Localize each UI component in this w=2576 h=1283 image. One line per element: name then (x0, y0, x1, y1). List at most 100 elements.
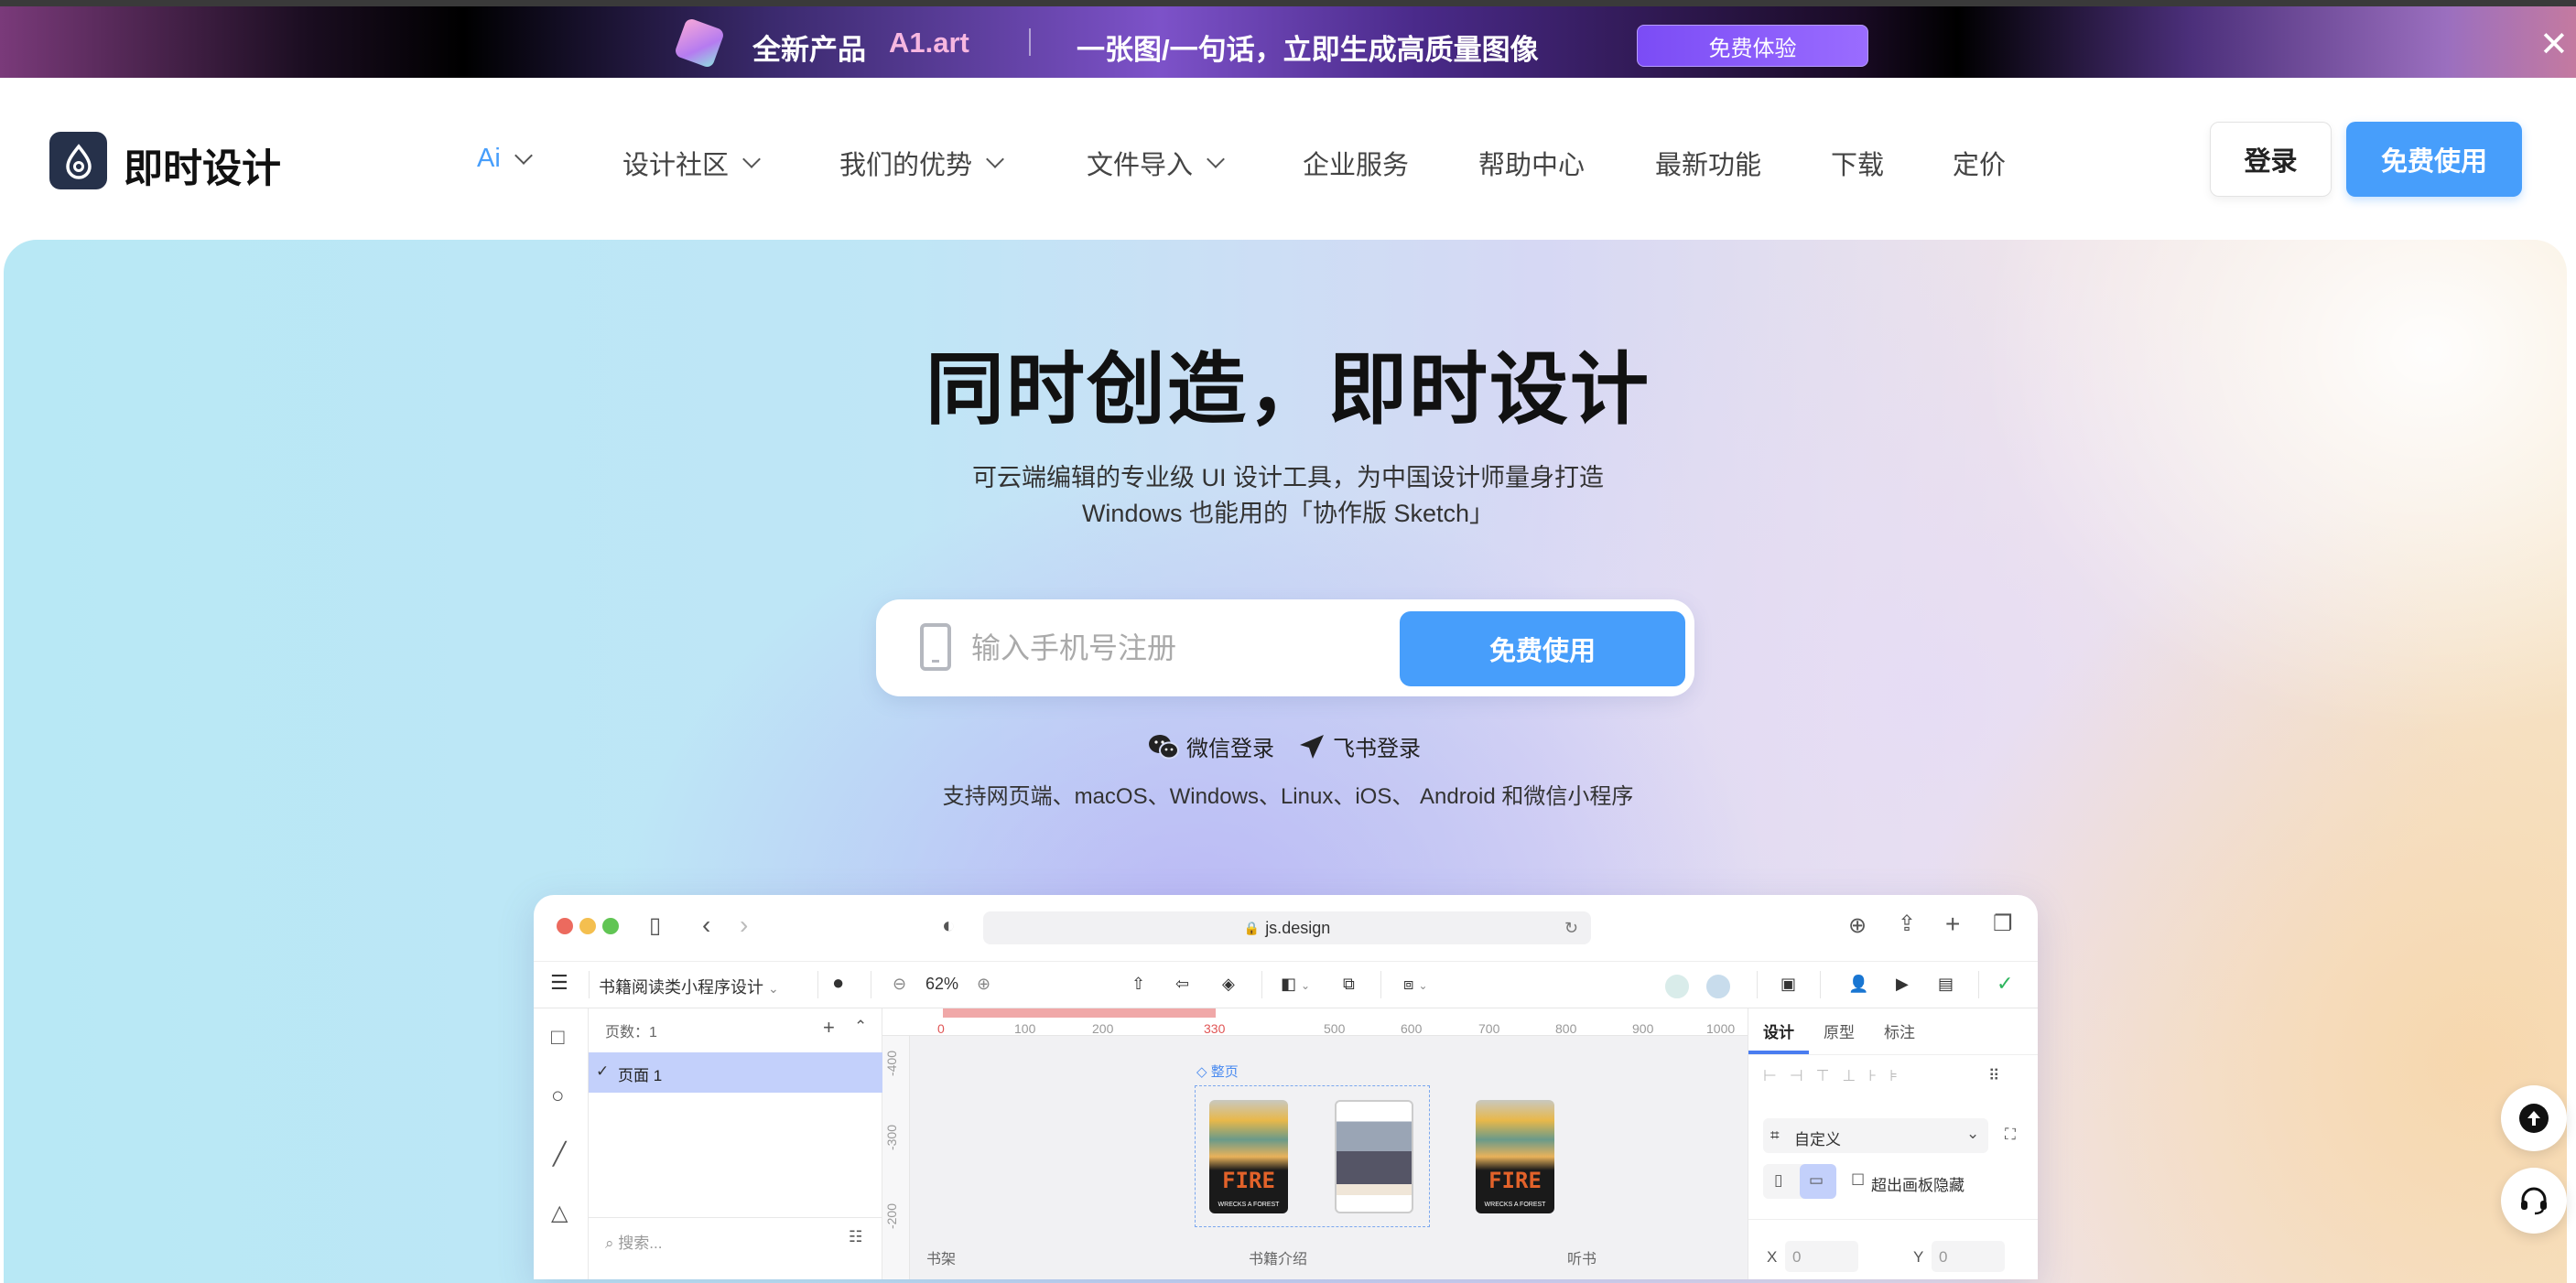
color-mode-icon[interactable]: ● (832, 971, 844, 995)
divider (589, 1217, 882, 1218)
paper-plane-icon (1300, 734, 1324, 759)
banner-product-name[interactable]: A1.art (889, 27, 969, 59)
crop-icon[interactable]: ⧉ (1343, 975, 1355, 994)
canvas-frame-label: 书籍介绍 (1249, 1252, 1308, 1267)
export-icon[interactable]: ⇧ (1131, 975, 1145, 994)
feishu-login-link[interactable]: 飞书登录 (1298, 730, 1421, 762)
plugin-icon[interactable]: ▣ (1780, 975, 1796, 994)
fit-icon[interactable]: ⛶ (2005, 1126, 2016, 1144)
ellipse-tool-icon[interactable]: ○ (551, 1085, 565, 1107)
pages-panel: 页数：1 + ⌃ ✓ 页面 1 ⌕ 搜索... ☷ (589, 1008, 882, 1279)
mask-icon[interactable]: ◧ ⌄ (1281, 975, 1310, 994)
support-button[interactable] (2501, 1168, 2567, 1234)
chevron-down-icon: ⌄ (1966, 1125, 1980, 1142)
divider (589, 971, 590, 998)
rectangle-tool-icon[interactable]: □ (551, 1027, 565, 1049)
url-bar[interactable]: 🔒 js.design ↻ (983, 911, 1591, 944)
reload-icon[interactable]: ↻ (1564, 919, 1578, 938)
boolean-icon[interactable]: ⧈ ⌄ (1403, 975, 1428, 994)
clip-content-checkbox[interactable]: ☐ (1851, 1171, 1865, 1190)
back-to-top-button[interactable] (2501, 1085, 2567, 1151)
minimize-traffic-light[interactable] (579, 918, 596, 934)
nav-label: 设计社区 (622, 151, 730, 180)
poster-image[interactable]: FIRE WRECKS A FOREST (1476, 1100, 1554, 1213)
headset-icon (2521, 1187, 2547, 1215)
close-icon[interactable]: ✕ (2539, 27, 2569, 63)
filter-icon[interactable]: ☷ (849, 1228, 862, 1246)
zoom-in-button[interactable]: ⊕ (977, 975, 990, 994)
logo-icon[interactable] (49, 132, 107, 189)
nav-label: 我们的优势 (839, 151, 973, 180)
share-users-icon[interactable]: 👤 (1848, 975, 1868, 994)
nav-item-import[interactable]: 文件导入 (1087, 144, 1225, 182)
triangle-tool-icon[interactable]: △ (551, 1202, 568, 1224)
layout-icon[interactable]: ▤ (1938, 975, 1954, 994)
top-nav (0, 78, 2576, 240)
sidebar-icon[interactable]: ▯ (649, 915, 661, 937)
chevron-down-icon (1207, 150, 1225, 168)
align-tools[interactable]: ⊢⊣⊤⊥⊦⊧ (1763, 1067, 1910, 1085)
distribute-icon[interactable]: ⠿ (1988, 1067, 1999, 1085)
tab-prototype[interactable]: 原型 (1824, 1019, 1855, 1042)
portrait-icon[interactable]: ▯ (1774, 1171, 1782, 1190)
poster-subtitle: WRECKS A FOREST (1218, 1202, 1280, 1208)
nav-item-advantages[interactable]: 我们的优势 (839, 144, 1004, 182)
signup-button[interactable]: 免费使用 (1400, 611, 1685, 686)
free-use-button[interactable]: 免费使用 (2346, 122, 2522, 197)
ruler-tick: 330 (1204, 1021, 1226, 1036)
tab-annotate[interactable]: 标注 (1884, 1019, 1915, 1042)
maximize-traffic-light[interactable] (602, 918, 619, 934)
wechat-login-link[interactable]: 微信登录 (1148, 730, 1274, 762)
zoom-out-button[interactable]: ⊖ (893, 975, 906, 994)
y-input[interactable]: 0 (1932, 1241, 2005, 1272)
book-intro-image[interactable] (1335, 1100, 1413, 1213)
close-traffic-light[interactable] (557, 918, 573, 934)
clip-content-label: 超出画板隐藏 (1871, 1177, 1964, 1194)
nav-item-enterprise[interactable]: 企业服务 (1303, 144, 1409, 182)
add-page-icon[interactable]: + (823, 1016, 835, 1040)
nav-item-help[interactable]: 帮助中心 (1478, 144, 1585, 182)
phone-input[interactable] (971, 623, 1383, 673)
play-icon[interactable]: ▶ (1896, 975, 1909, 994)
free-trial-button[interactable]: 免费体验 (1637, 25, 1868, 67)
nav-item-new-features[interactable]: 最新功能 (1655, 144, 1761, 182)
nav-item-community[interactable]: 设计社区 (622, 144, 761, 182)
nav-item-pricing[interactable]: 定价 (1953, 144, 2006, 182)
collaborator-avatar[interactable] (1705, 973, 1732, 1000)
login-button[interactable]: 登录 (2210, 122, 2332, 197)
promo-banner: 全新产品 A1.art 一张图/一句话，立即生成高质量图像 免费体验 ✕ (0, 6, 2576, 78)
browser-top-edge (0, 0, 2576, 6)
logo-text[interactable]: 即时设计 (124, 137, 281, 194)
new-tab-icon[interactable]: + (1945, 911, 1960, 937)
page-item-selected[interactable]: ✓ 页面 1 (589, 1052, 882, 1093)
frame-label[interactable]: ◇ 整页 (1196, 1062, 1239, 1081)
nav-item-download[interactable]: 下载 (1831, 144, 1884, 182)
share-icon[interactable]: ⇪ (1898, 913, 1916, 935)
saved-check-icon: ✓ (1997, 972, 2014, 995)
signup-form: 免费使用 (876, 599, 1694, 696)
design-canvas[interactable]: 0 100 200 330 500 600 700 800 900 1000 -… (882, 1008, 1748, 1279)
forward-icon[interactable]: › (740, 912, 748, 938)
component-icon[interactable]: ◈ (1222, 975, 1235, 994)
search-placeholder: 搜索... (618, 1234, 663, 1252)
back-icon[interactable]: ‹ (702, 912, 710, 938)
import-icon[interactable]: ⇦ (1175, 975, 1189, 994)
poster-subtitle: WRECKS A FOREST (1484, 1202, 1546, 1208)
file-name-dropdown[interactable]: 书籍阅读类小程序设计 ⌄ (599, 975, 779, 998)
collapse-icon[interactable]: ⌃ (854, 1018, 867, 1036)
tab-design[interactable]: 设计 (1763, 1019, 1794, 1042)
editor-toolbar: ☰ 书籍阅读类小程序设计 ⌄ ● ⊖ 62% ⊕ ⇧ ⇦ ◈ ◧ ⌄ ⧉ ⧈ ⌄… (534, 961, 2038, 1008)
layer-search[interactable]: ⌕ 搜索... (605, 1230, 662, 1253)
zoom-level[interactable]: 62% (925, 975, 958, 994)
download-icon[interactable]: ⊕ (1848, 915, 1867, 937)
frame-preset-dropdown[interactable]: ⌗ 自定义 ⌄ (1763, 1118, 1988, 1153)
x-input[interactable]: 0 (1785, 1241, 1858, 1272)
feishu-login-label: 飞书登录 (1333, 737, 1421, 761)
collaborator-avatar[interactable] (1663, 973, 1691, 1000)
nav-item-ai[interactable]: Ai (477, 144, 533, 174)
menu-icon[interactable]: ☰ (550, 971, 568, 995)
file-name: 书籍阅读类小程序设计 (599, 978, 763, 997)
tabs-overview-icon[interactable]: ❐ (1993, 913, 2013, 935)
poster-image[interactable]: FIRE WRECKS A FOREST (1209, 1100, 1288, 1213)
line-tool-icon[interactable]: ╱ (553, 1144, 566, 1166)
